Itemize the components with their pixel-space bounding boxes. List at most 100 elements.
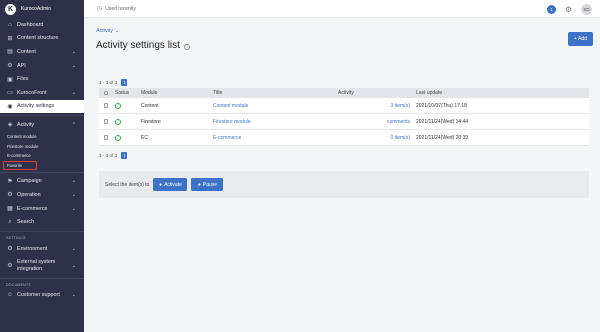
cart-icon: ▦: [7, 206, 13, 213]
sidebar-item-content-structure[interactable]: ⊞ Content structure: [0, 32, 84, 46]
section-label-documents: DOCUMENTS: [6, 282, 31, 287]
sidebar-subitem-content-module[interactable]: Content module: [0, 132, 84, 142]
sidebar-item-label: Search: [17, 219, 35, 226]
status-active-icon: ✓: [115, 134, 121, 141]
page-button[interactable]: 1: [121, 79, 128, 86]
sidebar-item-campaign[interactable]: ⚑ Campaign ⌄: [0, 175, 84, 189]
sidebar-item-dashboard[interactable]: ⌂ Dashboard: [0, 18, 84, 32]
sidebar-item-customer-support[interactable]: ☺ Customer support ⌄: [0, 289, 84, 303]
chevron-down-icon: ⌄: [71, 178, 76, 185]
sidebar-item-files[interactable]: ▣ Files: [0, 72, 84, 86]
notification-badge[interactable]: 1: [546, 5, 556, 14]
row-checkbox[interactable]: [103, 119, 109, 124]
clock-icon: ◷: [97, 6, 103, 12]
row-checkbox[interactable]: [103, 135, 109, 140]
pager-text: 1 - 3 of 3: [99, 79, 118, 85]
row-activity-link[interactable]: comments: [338, 119, 414, 125]
chevron-down-icon: ⌄: [114, 28, 120, 34]
sidebar-item-operation[interactable]: ⚙ Operation ⌄: [0, 188, 84, 202]
chevron-down-icon: ⌄: [71, 62, 76, 69]
row-module: EC: [141, 134, 148, 141]
sidebar-item-e-commerce[interactable]: ▦ E-commerce ⌄: [0, 202, 84, 216]
sidebar-subitem-favorite[interactable]: Favorite: [3, 160, 37, 170]
select-all-checkbox[interactable]: [103, 90, 109, 96]
page-title-text: Activity settings list: [96, 40, 180, 51]
environment-icon: ⚙: [7, 246, 13, 253]
chevron-down-icon: ⌄: [71, 191, 76, 198]
sidebar-item-content[interactable]: ▤ Content ⌄: [0, 45, 84, 59]
page-button[interactable]: 1: [121, 152, 128, 159]
pager-bottom: 1 - 3 of 3 1: [99, 152, 128, 159]
row-title-link[interactable]: Firestore module: [213, 119, 338, 125]
table-row: ✓ Firestore Firestore module comments 20…: [99, 114, 589, 130]
sidebar-item-label: Environment: [17, 245, 48, 252]
section-label-settings: SETTINGS: [6, 235, 26, 240]
top-bar: ◷ Used recently 1 ⚙ SD: [84, 0, 600, 18]
bulk-action-bar: Select the item(s) to ● Activate ● Pause: [99, 171, 589, 198]
bulk-action-text: Select the item(s) to: [105, 181, 150, 188]
sidebar: K KurocoAdmin ⌂ Dashboard ⊞ Content stru…: [0, 0, 84, 332]
row-activity-link[interactable]: 0 item(s): [338, 135, 414, 141]
column-header-last-update: Last update: [416, 90, 443, 96]
pause-label: Pause: [202, 181, 218, 188]
row-title-link[interactable]: Content module: [213, 103, 338, 109]
brand[interactable]: K KurocoAdmin: [0, 0, 84, 18]
row-last-update: 2021/11/24(Wed) 14:44: [416, 118, 469, 125]
activity-table: Status Module Title Activity Last update…: [99, 88, 589, 146]
pause-button[interactable]: ● Pause: [191, 178, 224, 191]
support-icon: ☺: [6, 292, 14, 299]
sidebar-item-search[interactable]: ⌕ Search: [0, 215, 84, 229]
sidebar-item-label: Operation: [17, 191, 41, 198]
row-title-link[interactable]: E-commerce: [213, 135, 338, 141]
add-button[interactable]: + Add: [568, 32, 593, 46]
sidebar-item-api[interactable]: ⚙ API ⌄: [0, 59, 84, 73]
avatar[interactable]: SD: [581, 4, 592, 15]
chevron-down-icon: ⌄: [71, 205, 76, 212]
breadcrumb[interactable]: Activity ⌄: [96, 28, 119, 34]
pager-text: 1 - 3 of 3: [99, 152, 118, 158]
search-icon: ⌕: [8, 218, 12, 225]
play-icon: ●: [159, 181, 163, 188]
sidebar-item-external-system-integration[interactable]: ⚙ External system integration ⌄: [0, 256, 84, 276]
sidebar-item-environment[interactable]: ⚙ Environment ⌄: [0, 242, 84, 256]
divider: [0, 115, 84, 117]
help-icon[interactable]: ?: [183, 43, 190, 50]
sidebar-item-label: Content structure: [17, 35, 59, 42]
chevron-down-icon: ⌄: [71, 89, 76, 96]
sidebar-item-label: Content: [17, 48, 36, 55]
column-header-status: Status: [115, 90, 130, 96]
breadcrumb-label: Activity: [96, 28, 114, 34]
activate-button[interactable]: ● Activate: [153, 178, 188, 191]
chevron-down-icon: ⌄: [71, 245, 76, 252]
sidebar-item-activity[interactable]: ◈ Activity ⌃: [0, 118, 84, 132]
structure-icon: ⊞: [7, 35, 13, 42]
sidebar-subitem-e-commerce[interactable]: E-commerce: [0, 151, 84, 161]
chevron-up-icon: ⌃: [71, 121, 76, 128]
main-content: Activity ⌄ Activity settings list ? + Ad…: [84, 18, 600, 332]
sidebar-item-activity-settings[interactable]: ◉ Activity settings: [0, 99, 84, 114]
sidebar-item-label: Activity: [17, 121, 35, 128]
gear-icon[interactable]: ⚙: [565, 5, 572, 14]
sidebar-item-label: E-commerce: [17, 205, 48, 212]
sidebar-item-label: Campaign: [17, 178, 42, 185]
sidebar-item-label: Customer support: [17, 292, 60, 299]
sidebar-item-kurocofront[interactable]: ▭ KurocoFront ⌄: [0, 86, 84, 100]
sidebar-item-label: KurocoFront: [17, 89, 47, 96]
used-recently-link[interactable]: Used recently: [105, 6, 136, 12]
column-header-activity: Activity: [338, 90, 354, 96]
sidebar-item-label: API: [17, 62, 26, 69]
chevron-down-icon: ⌄: [71, 48, 76, 55]
front-icon: ▭: [7, 90, 13, 97]
chevron-down-icon: ⌄: [71, 262, 76, 269]
files-icon: ▣: [7, 76, 13, 83]
row-module: Content: [141, 102, 159, 109]
sidebar-item-label: Dashboard: [17, 21, 44, 28]
row-activity-link[interactable]: 3 item(s): [338, 103, 414, 109]
divider: [0, 230, 84, 232]
column-header-title: Title: [213, 90, 223, 96]
table-header: Status Module Title Activity Last update: [99, 88, 589, 98]
row-checkbox[interactable]: [103, 103, 109, 108]
sidebar-subitem-firestore-module[interactable]: Firestore module: [0, 141, 84, 151]
table-row: ✓ Content Content module 3 item(s) 2021/…: [99, 98, 589, 114]
activate-label: Activate: [164, 181, 182, 188]
